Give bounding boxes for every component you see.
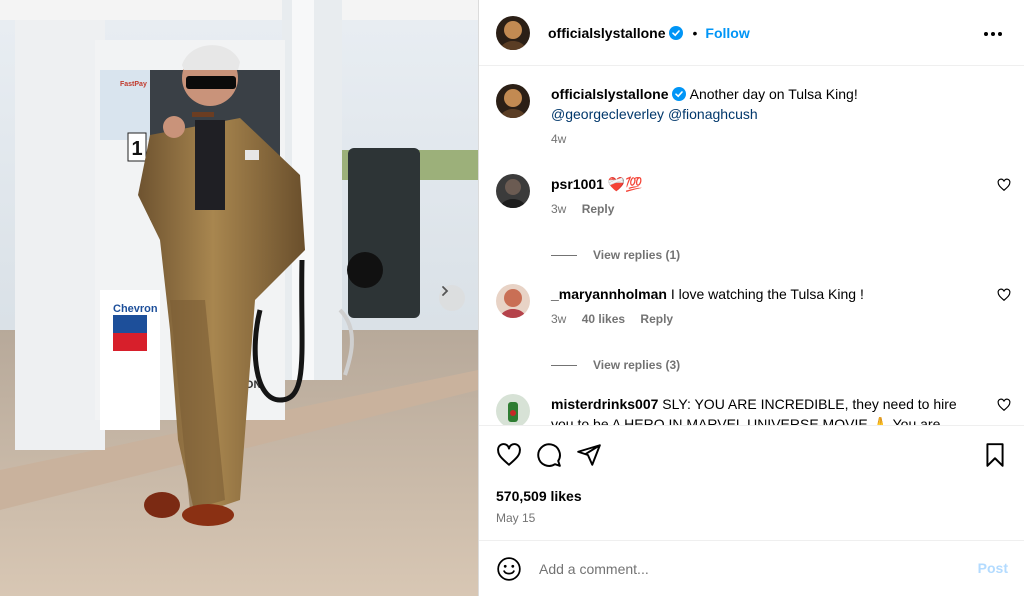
next-photo-button[interactable] (439, 285, 465, 311)
replies-line (551, 364, 577, 366)
comment-input[interactable] (539, 557, 939, 581)
comment-body: psr1001 ❤️‍🩹💯 3w Reply (551, 174, 971, 219)
author-username[interactable]: officialslystallone (548, 25, 665, 41)
comment-composer: Post (479, 540, 1024, 596)
comment-body: _maryannholman I love watching the Tulsa… (551, 284, 971, 329)
emoji-icon[interactable] (496, 556, 522, 582)
comment-age: 3w (551, 312, 567, 326)
comment-item: misterdrinks007 SLY: YOU ARE INCREDIBLE,… (496, 394, 1011, 425)
verified-badge-icon (672, 87, 687, 101)
post-date: May 15 (496, 511, 536, 525)
verified-badge-icon (669, 25, 684, 40)
author-avatar[interactable] (496, 84, 530, 118)
commenter-avatar[interactable] (496, 174, 530, 208)
post-caption: officialslystallone Another day on Tulsa… (496, 84, 1011, 154)
caption-text: Another day on Tulsa King! (689, 86, 858, 102)
mention-link[interactable]: @georgecleverley (551, 106, 664, 122)
caption-username[interactable]: officialslystallone (551, 86, 668, 102)
mention-link[interactable]: @fionaghcush (668, 106, 758, 122)
photo-illustration: 1 Chevron FastPay HRON (0, 0, 478, 596)
comment-likes[interactable]: 40 likes (582, 312, 625, 326)
comment-emojis: ❤️‍🩹💯 (607, 176, 643, 192)
likes-count[interactable]: 570,509 likes (496, 488, 582, 504)
comment-text: I love watching the Tulsa King ! (670, 286, 864, 302)
share-icon[interactable] (576, 442, 602, 468)
bookmark-icon[interactable] (982, 442, 1008, 468)
chevron-logo-text: Chevron (113, 303, 158, 315)
fastpay-label: FastPay (120, 81, 147, 88)
post-comment-button[interactable]: Post (978, 560, 1008, 576)
comment-like-icon[interactable] (997, 178, 1011, 192)
follow-button[interactable]: Follow (705, 25, 749, 41)
replies-line (551, 254, 577, 256)
chevron-right-icon (442, 286, 449, 296)
separator-dot: • (692, 24, 698, 41)
comment-icon[interactable] (536, 442, 562, 468)
reply-button[interactable]: Reply (582, 202, 615, 216)
comment-item: psr1001 ❤️‍🩹💯 3w Reply View replies (1) (496, 174, 1011, 274)
heart-icon[interactable] (496, 442, 522, 468)
comment-item: _maryannholman I love watching the Tulsa… (496, 284, 1011, 384)
instagram-post-modal: 1 Chevron FastPay HRON (0, 0, 1024, 596)
commenter-avatar[interactable] (496, 394, 530, 425)
post-header: officialslystallone • Follow (479, 0, 1024, 66)
commenter-avatar[interactable] (496, 284, 530, 318)
comment-username[interactable]: psr1001 (551, 176, 604, 192)
comment-username[interactable]: _maryannholman (551, 286, 667, 302)
author-avatar[interactable] (496, 15, 530, 50)
comment-body: misterdrinks007 SLY: YOU ARE INCREDIBLE,… (551, 394, 971, 425)
view-replies-button[interactable]: View replies (3) (551, 358, 680, 372)
caption-body: officialslystallone Another day on Tulsa… (551, 84, 971, 149)
comment-like-icon[interactable] (997, 288, 1011, 302)
post-photo: 1 Chevron FastPay HRON (0, 0, 478, 596)
view-replies-label: View replies (3) (593, 358, 681, 372)
view-replies-label: View replies (1) (593, 248, 681, 262)
comments-list[interactable]: officialslystallone Another day on Tulsa… (479, 67, 1024, 425)
comment-username[interactable]: misterdrinks007 (551, 396, 658, 412)
more-options-button[interactable] (981, 22, 1005, 46)
comment-age: 3w (551, 202, 567, 216)
comment-like-icon[interactable] (997, 398, 1011, 412)
more-options-icon (984, 32, 1002, 36)
reply-button[interactable]: Reply (640, 312, 673, 326)
post-actions: 570,509 likes May 15 (479, 425, 1024, 540)
caption-age: 4w (551, 132, 567, 146)
pump-number: 1 (131, 138, 142, 160)
view-replies-button[interactable]: View replies (1) (551, 248, 680, 262)
post-side-panel: officialslystallone • Follow officialsly… (478, 0, 1024, 596)
